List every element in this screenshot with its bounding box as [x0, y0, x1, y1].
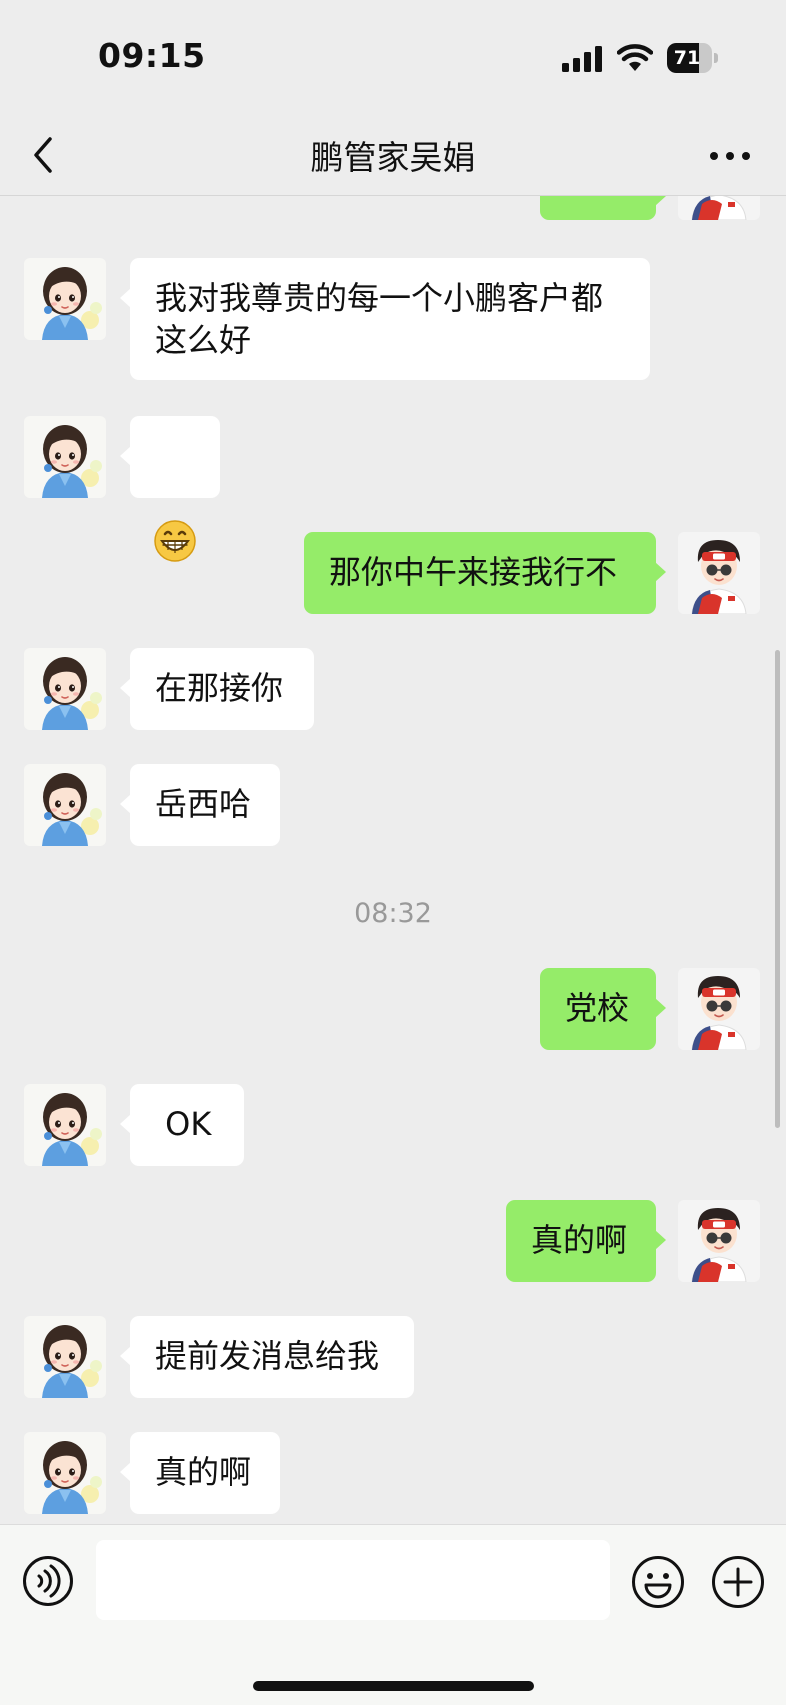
contact-avatar[interactable] — [24, 648, 106, 730]
contact-avatar[interactable] — [24, 1084, 106, 1166]
grinning-emoji-icon — [154, 520, 196, 562]
contact-avatar[interactable] — [24, 1432, 106, 1514]
chat-header: 鹏管家吴娟 — [0, 115, 786, 196]
message-bubble[interactable] — [540, 196, 666, 220]
message-bubble[interactable]: 岳西哈 — [120, 764, 280, 846]
more-dots-icon[interactable] — [708, 139, 752, 173]
my-avatar[interactable] — [678, 196, 760, 220]
my-avatar[interactable] — [678, 968, 760, 1050]
contact-avatar[interactable] — [24, 764, 106, 846]
message-bubble[interactable]: 我对我尊贵的每一个小鹏客户都 这么好 — [120, 258, 650, 380]
battery-level: 71 — [673, 47, 701, 69]
contact-avatar[interactable] — [24, 416, 106, 498]
home-indicator[interactable] — [253, 1681, 534, 1691]
scrollbar[interactable] — [775, 650, 780, 1128]
contact-avatar[interactable] — [24, 1316, 106, 1398]
contact-avatar[interactable] — [24, 258, 106, 340]
status-bar: 09:15 71 — [0, 0, 786, 115]
input-toolbar — [0, 1524, 786, 1705]
message-bubble[interactable]: 在那接你 — [120, 648, 314, 730]
message-list[interactable]: 我对我尊贵的每一个小鹏客户都 这么好 那你中午来接我行不 在那接你 岳西哈 08… — [0, 196, 786, 1524]
plus-icon[interactable] — [711, 1555, 765, 1609]
chat-title: 鹏管家吴娟 — [310, 138, 476, 177]
my-avatar[interactable] — [678, 1200, 760, 1282]
battery-icon: 71 — [667, 43, 719, 73]
message-bubble[interactable]: 那你中午来接我行不 — [304, 532, 666, 614]
message-bubble[interactable] — [120, 416, 220, 562]
cellular-signal-icon — [562, 46, 602, 72]
message-bubble[interactable]: OK — [120, 1084, 244, 1166]
emoji-icon[interactable] — [631, 1555, 685, 1609]
wifi-icon — [617, 44, 653, 71]
message-input[interactable] — [96, 1540, 610, 1620]
message-bubble[interactable]: 真的啊 — [506, 1200, 666, 1282]
voice-icon[interactable] — [22, 1555, 74, 1607]
message-bubble[interactable]: 提前发消息给我 — [120, 1316, 414, 1398]
message-bubble[interactable]: 党校 — [540, 968, 666, 1050]
status-time: 09:15 — [98, 36, 206, 75]
message-bubble[interactable]: 真的啊 — [120, 1432, 280, 1514]
message-timestamp: 08:32 — [354, 898, 432, 929]
my-avatar[interactable] — [678, 532, 760, 614]
